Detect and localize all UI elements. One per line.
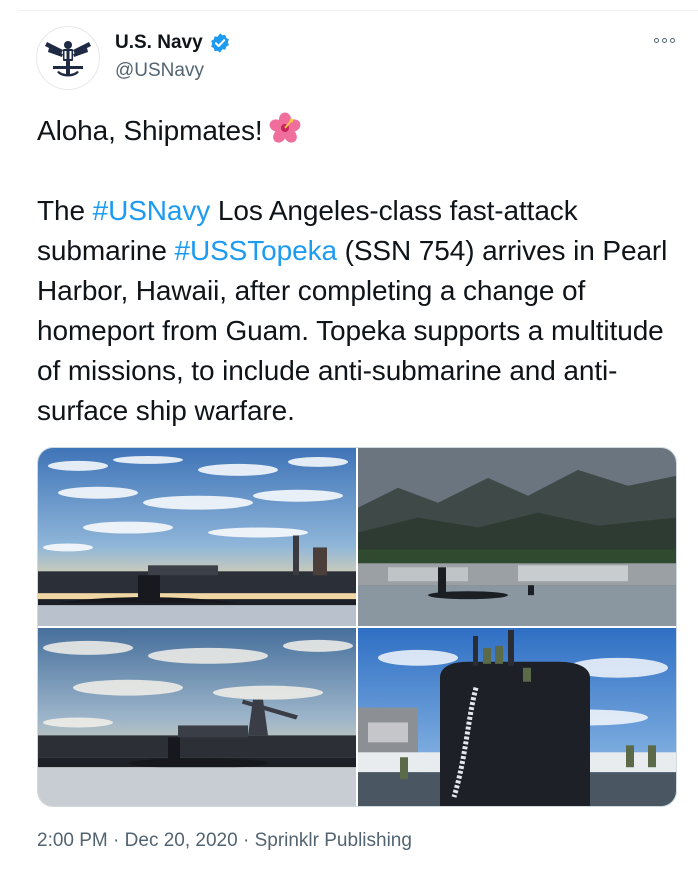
hashtag-usnavy-link[interactable]: #USNavy xyxy=(93,195,211,226)
display-name[interactable]: U.S. Navy xyxy=(115,32,203,54)
submarine-cranes-photo xyxy=(38,628,356,806)
more-dot xyxy=(654,38,659,43)
tweet-timestamp-row: 2:00 PM · Dec 20, 2020 · Sprinklr Publis… xyxy=(37,830,412,852)
tweet-source-link[interactable]: Sprinklr Publishing xyxy=(255,830,412,852)
tweet-text: Aloha, Shipmates! The #USNavy Los Angele… xyxy=(37,111,687,431)
media-grid xyxy=(37,447,677,807)
submarine-harbor-dawn-photo xyxy=(38,448,356,626)
separator-dot: · xyxy=(237,830,255,851)
submarine-mountains-photo xyxy=(358,448,676,626)
account-name-row[interactable]: U.S. Navy xyxy=(115,32,231,54)
tweet-body: The #USNavy Los Angeles-class fast-attac… xyxy=(37,191,687,431)
submarine-sail-crew-photo xyxy=(358,628,676,806)
body-text: The xyxy=(37,195,93,226)
media-photo-2[interactable] xyxy=(358,448,676,626)
tweet-line-1: Aloha, Shipmates! xyxy=(37,111,687,151)
tweet-date[interactable]: Dec 20, 2020 xyxy=(125,830,238,852)
media-photo-4[interactable] xyxy=(358,628,676,806)
verified-badge-icon xyxy=(210,33,229,53)
greeting-text: Aloha, Shipmates! xyxy=(37,115,263,146)
navy-eagle-emblem-icon xyxy=(45,41,91,77)
more-dot xyxy=(662,38,667,43)
more-dot xyxy=(670,38,675,43)
hibiscus-flower-icon xyxy=(269,112,300,143)
hashtag-usstopeka-link[interactable]: #USSTopeka xyxy=(175,235,338,266)
media-photo-3[interactable] xyxy=(38,628,356,806)
top-divider xyxy=(18,10,698,11)
more-options-icon[interactable] xyxy=(652,34,677,47)
separator-dot: · xyxy=(107,830,125,851)
avatar[interactable] xyxy=(36,26,100,90)
media-photo-1[interactable] xyxy=(38,448,356,626)
account-handle[interactable]: @USNavy xyxy=(115,60,204,82)
tweet-time[interactable]: 2:00 PM xyxy=(37,830,108,852)
